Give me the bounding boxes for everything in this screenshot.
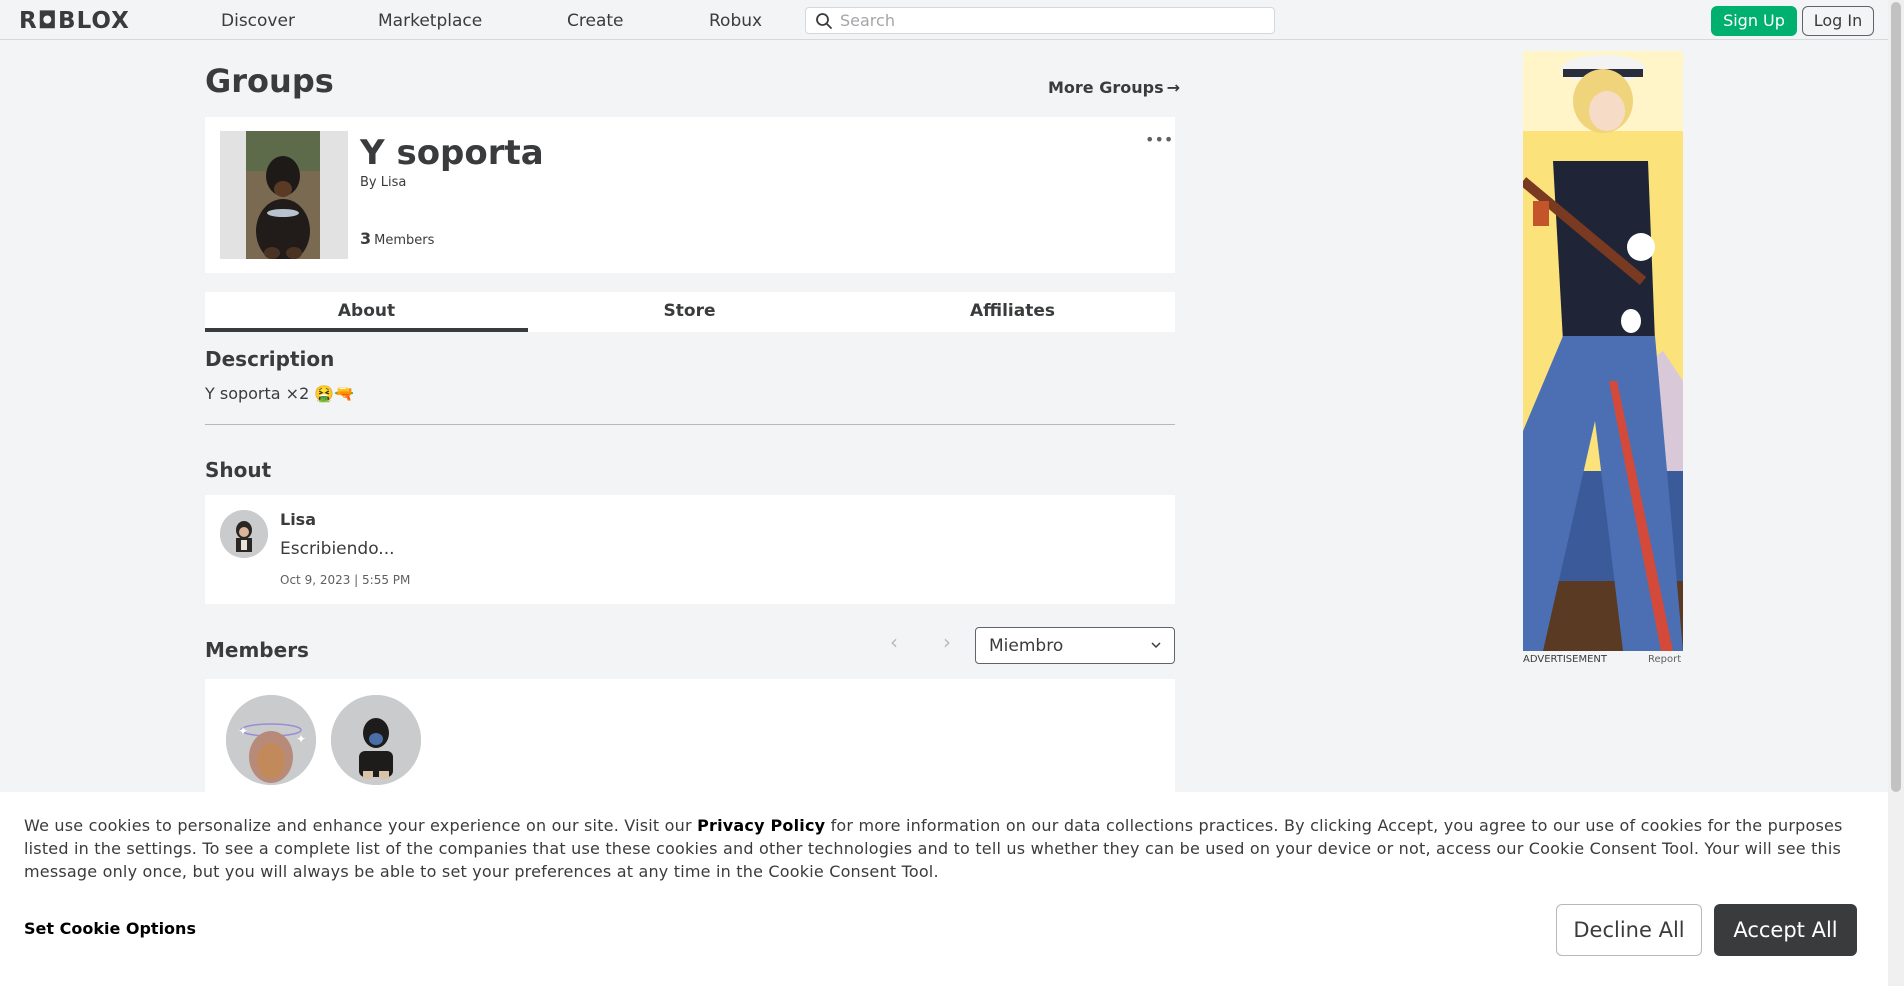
roblox-logo[interactable]: R◘BLOX bbox=[19, 8, 130, 34]
group-header-card: Y soporta By Lisa 3 Members ••• bbox=[205, 117, 1175, 273]
nav-link-marketplace[interactable]: Marketplace bbox=[378, 11, 482, 31]
shout-body: Escribiendo... bbox=[280, 539, 395, 559]
advertisement-label: ADVERTISEMENT bbox=[1523, 654, 1608, 665]
decline-all-button[interactable]: Decline All bbox=[1556, 904, 1702, 956]
shout-author-avatar[interactable] bbox=[220, 510, 268, 558]
nav-link-robux[interactable]: Robux bbox=[709, 11, 762, 31]
cookie-message: We use cookies to personalize and enhanc… bbox=[24, 814, 1864, 883]
set-cookie-options-button[interactable]: Set Cookie Options bbox=[24, 919, 196, 938]
tab-about[interactable]: About bbox=[205, 292, 528, 332]
top-navigation-bar: R◘BLOX Discover Marketplace Create Robux… bbox=[0, 0, 1904, 40]
shout-date: Oct 9, 2023 | 5:55 PM bbox=[280, 573, 411, 587]
nav-link-discover[interactable]: Discover bbox=[221, 11, 295, 31]
sign-up-button[interactable]: Sign Up bbox=[1711, 6, 1797, 36]
advertisement-image[interactable] bbox=[1523, 51, 1683, 651]
description-heading: Description bbox=[205, 347, 335, 371]
by-label: By bbox=[360, 175, 377, 190]
group-owner-link[interactable]: Lisa bbox=[381, 175, 407, 190]
role-select-value: Miembro bbox=[989, 636, 1064, 656]
chevron-right-icon[interactable]: › bbox=[943, 630, 951, 654]
role-select[interactable]: Miembro bbox=[975, 627, 1175, 664]
search-icon bbox=[816, 13, 832, 29]
member-count-label: Members bbox=[374, 233, 435, 248]
tab-store[interactable]: Store bbox=[528, 292, 851, 332]
cookie-message-start: We use cookies to personalize and enhanc… bbox=[24, 816, 698, 835]
member-count-value: 3 bbox=[360, 229, 372, 248]
chevron-left-icon[interactable]: ‹ bbox=[890, 630, 898, 654]
tab-affiliates[interactable]: Affiliates bbox=[851, 292, 1174, 332]
scrollbar-thumb[interactable] bbox=[1891, 2, 1901, 792]
log-in-button[interactable]: Log In bbox=[1802, 6, 1874, 36]
arrow-right-icon: → bbox=[1166, 78, 1181, 97]
description-text: Y soporta ×2 🤮🔫 bbox=[205, 384, 355, 403]
accept-all-button[interactable]: Accept All bbox=[1714, 904, 1857, 956]
member-avatar[interactable]: ✦ ✦ bbox=[226, 695, 316, 785]
shout-card: Lisa Escribiendo... Oct 9, 2023 | 5:55 P… bbox=[205, 495, 1175, 604]
members-heading: Members bbox=[205, 638, 309, 662]
privacy-policy-link[interactable]: Privacy Policy bbox=[697, 816, 825, 835]
group-member-count: 3 Members bbox=[360, 229, 434, 248]
members-list: ✦ ✦ bbox=[205, 679, 1175, 809]
nav-link-create[interactable]: Create bbox=[567, 11, 624, 31]
page-scrollbar[interactable] bbox=[1888, 0, 1904, 986]
search-input[interactable] bbox=[840, 9, 1260, 32]
more-options-icon[interactable]: ••• bbox=[1145, 130, 1173, 149]
more-groups-label: More Groups bbox=[1048, 78, 1164, 97]
divider bbox=[205, 424, 1175, 425]
page-title: Groups bbox=[205, 62, 334, 100]
member-avatar[interactable] bbox=[331, 695, 421, 785]
search-box[interactable] bbox=[805, 7, 1275, 34]
shout-author-name[interactable]: Lisa bbox=[280, 510, 316, 529]
group-name: Y soporta bbox=[360, 133, 544, 173]
group-tabs: About Store Affiliates bbox=[205, 292, 1175, 332]
cookie-consent-banner: We use cookies to personalize and enhanc… bbox=[0, 792, 1888, 986]
group-emblem-image bbox=[220, 131, 348, 259]
more-groups-link[interactable]: More Groups → bbox=[1048, 78, 1180, 97]
group-owner: By Lisa bbox=[360, 175, 406, 190]
chevron-down-icon bbox=[1151, 642, 1161, 649]
shout-heading: Shout bbox=[205, 458, 272, 482]
ad-report-link[interactable]: Report bbox=[1648, 654, 1681, 665]
svg-text:✦: ✦ bbox=[296, 732, 306, 746]
svg-text:✦: ✦ bbox=[238, 724, 248, 738]
